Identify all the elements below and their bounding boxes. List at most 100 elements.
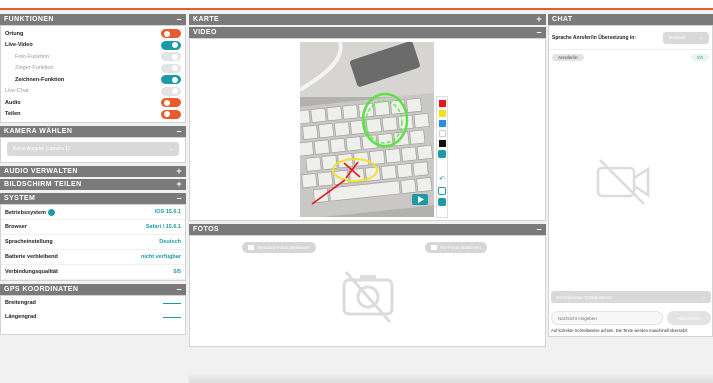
function-foto: Foto-Funktion bbox=[1, 51, 185, 63]
send-button[interactable]: Abschicken bbox=[667, 311, 711, 325]
system-row-label: Verbindungsqualität bbox=[5, 269, 58, 275]
color-blue-swatch[interactable] bbox=[438, 120, 446, 127]
hd-icon bbox=[431, 245, 437, 250]
function-zeiger: Zeiger-Funktion bbox=[1, 63, 185, 75]
toggle-switch[interactable] bbox=[161, 52, 181, 62]
function-live-video: Live-Video bbox=[1, 40, 185, 52]
trash-icon[interactable] bbox=[438, 187, 446, 195]
collapse-icon[interactable]: – bbox=[177, 14, 182, 25]
system-row-label: Browser bbox=[5, 224, 28, 230]
toggle-switch[interactable] bbox=[161, 75, 181, 85]
color-white-swatch[interactable] bbox=[438, 130, 446, 137]
system-header[interactable]: SYSTEM – bbox=[0, 193, 186, 204]
function-label: Live-Chat bbox=[5, 88, 29, 95]
system-row-label: Spracheinstellung bbox=[5, 239, 53, 245]
function-label: Foto-Funktion bbox=[15, 53, 49, 60]
system-row-value: Safari / 15.6.1 bbox=[145, 224, 181, 230]
pen-icon[interactable] bbox=[438, 150, 446, 158]
chat-message-input[interactable] bbox=[551, 311, 663, 325]
color-black-swatch[interactable] bbox=[438, 140, 446, 147]
map-title: KARTE bbox=[193, 16, 220, 23]
audio-header[interactable]: AUDIO VERWALTEN + bbox=[0, 166, 186, 177]
gps-header[interactable]: GPS KOORDINATEN – bbox=[0, 284, 186, 295]
screen-share-title: BILDSCHIRM TEILEN bbox=[4, 181, 82, 188]
expand-icon[interactable]: + bbox=[536, 14, 542, 25]
right-column: CHAT Sprache Anrufer/in Übersetzung in: … bbox=[548, 14, 713, 337]
chat-language-row: Sprache Anrufer/in Übersetzung in: Deuts… bbox=[549, 26, 712, 50]
camera-icon[interactable] bbox=[438, 198, 446, 206]
system-row-value: 5/5 bbox=[173, 269, 181, 275]
functions-panel: Ortung Live-Video Foto-Funktion Zeiger-F… bbox=[0, 25, 186, 123]
map-header[interactable]: KARTE + bbox=[189, 14, 546, 25]
functions-header[interactable]: FUNKTIONEN – bbox=[0, 14, 186, 25]
chevron-down-icon: ⌄ bbox=[699, 34, 703, 40]
collapse-icon[interactable]: – bbox=[537, 27, 542, 38]
collapse-icon[interactable]: – bbox=[537, 224, 542, 235]
toggle-switch[interactable] bbox=[161, 63, 181, 73]
toggle-switch[interactable] bbox=[161, 109, 181, 119]
system-row-label: Batterie verbleibend bbox=[5, 254, 58, 260]
function-ortung: Ortung bbox=[1, 28, 185, 40]
audio-title: AUDIO VERWALTEN bbox=[4, 168, 78, 175]
text-templates-select[interactable]: Schreibweise Textbausteine ⌄ bbox=[551, 291, 711, 303]
chat-translation-note: Auf korrekte Schreibweise achten. Die Te… bbox=[551, 328, 689, 333]
function-label: Zeichnen-Funktion bbox=[15, 76, 65, 83]
bottom-shade bbox=[189, 373, 713, 383]
camera-select[interactable]: Keine Angabe (camera 1) ⌄ bbox=[7, 142, 179, 156]
gps-row-value bbox=[163, 316, 181, 318]
function-live-chat: Live-Chat bbox=[1, 86, 185, 98]
text-templates-label: Schreibweise Textbausteine bbox=[556, 294, 612, 300]
gps-title: GPS KOORDINATEN bbox=[4, 286, 79, 293]
toggle-switch[interactable] bbox=[161, 40, 181, 50]
toggle-switch[interactable] bbox=[161, 86, 181, 96]
toggle-switch[interactable] bbox=[161, 29, 181, 39]
system-row-value: Deutsch bbox=[159, 239, 181, 245]
undo-icon[interactable]: ↶ bbox=[438, 176, 446, 184]
system-row-value: nicht verfügbar bbox=[140, 254, 181, 260]
system-row-battery: Batterie verbleibend nicht verfügbar bbox=[1, 250, 185, 265]
gps-row-lon: Längengrad bbox=[1, 310, 185, 324]
chat-language-select[interactable]: Deutsch ⌄ bbox=[663, 31, 709, 44]
hd-photo-button[interactable]: HD-Fotos deaktiviert bbox=[425, 242, 488, 253]
photos-title: FOTOS bbox=[193, 226, 219, 233]
gps-panel: Breitengrad Längengrad bbox=[0, 295, 186, 335]
photos-header[interactable]: FOTOS – bbox=[189, 224, 546, 235]
standard-photo-button[interactable]: Standard-Fotos deaktiviert bbox=[242, 242, 316, 253]
left-column: FUNKTIONEN – Ortung Live-Video Foto-Funk… bbox=[0, 14, 186, 335]
expand-icon[interactable]: + bbox=[176, 179, 182, 190]
collapse-icon[interactable]: – bbox=[177, 193, 182, 204]
system-panel: Betriebssystem iOS 15.6.1 Browser Safari… bbox=[0, 204, 186, 281]
camera-header[interactable]: KAMERA WÄHLEN – bbox=[0, 126, 186, 137]
collapse-icon[interactable]: – bbox=[177, 284, 182, 295]
color-yellow-swatch[interactable] bbox=[438, 110, 446, 117]
caller-badge: Anrufer/in bbox=[552, 54, 584, 61]
toggle-switch[interactable] bbox=[161, 98, 181, 108]
top-bar bbox=[0, 0, 713, 10]
function-audio: Audio bbox=[1, 97, 185, 109]
collapse-icon[interactable]: – bbox=[177, 126, 182, 137]
video-panel: ↶ bbox=[189, 38, 546, 221]
color-red-swatch[interactable] bbox=[438, 100, 446, 107]
system-row-connection: Verbindungsqualität 5/5 bbox=[1, 265, 185, 280]
gps-row-lat: Breitengrad bbox=[1, 296, 185, 310]
function-label: Zeiger-Funktion bbox=[15, 65, 54, 72]
function-label: Teilen bbox=[5, 111, 21, 118]
chat-title: CHAT bbox=[552, 16, 573, 23]
standard-photo-label: Standard-Fotos deaktiviert bbox=[257, 245, 310, 250]
expand-icon[interactable]: + bbox=[176, 166, 182, 177]
drawing-toolbar: ↶ bbox=[436, 96, 448, 218]
function-label: Live-Video bbox=[5, 42, 33, 49]
gps-row-value bbox=[163, 302, 181, 304]
function-label: Audio bbox=[5, 99, 21, 106]
function-teilen: Teilen bbox=[1, 109, 185, 121]
camera-title: KAMERA WÄHLEN bbox=[4, 128, 73, 135]
video-title: VIDEO bbox=[193, 29, 217, 36]
system-title: SYSTEM bbox=[4, 195, 36, 202]
screen-share-header[interactable]: BILDSCHIRM TEILEN + bbox=[0, 179, 186, 190]
video-header[interactable]: VIDEO – bbox=[189, 27, 546, 38]
video-frame-image bbox=[300, 42, 434, 217]
no-video-icon bbox=[596, 159, 650, 205]
video-stream[interactable] bbox=[300, 42, 434, 217]
gps-row-label: Längengrad bbox=[5, 314, 37, 320]
function-label: Ortung bbox=[5, 30, 24, 37]
